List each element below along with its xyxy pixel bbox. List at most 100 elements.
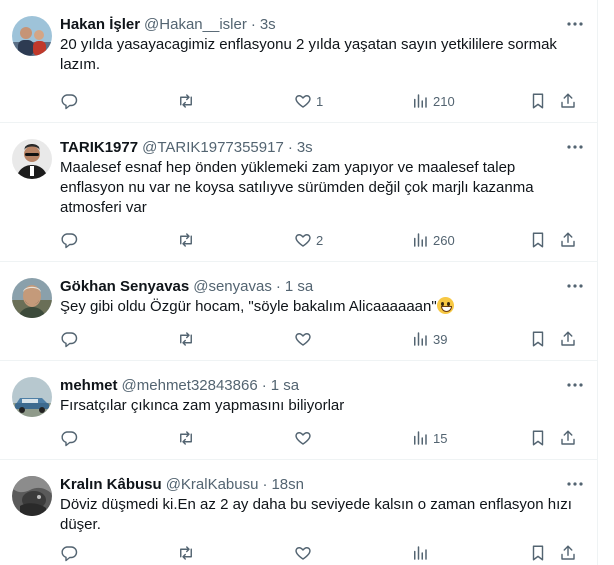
reply-button[interactable] <box>60 230 82 250</box>
tweet-header: Kralın Kâbusu @KralKabusu · 18sn <box>60 474 585 494</box>
bookmark-button[interactable] <box>529 329 547 349</box>
avatar[interactable] <box>12 139 52 179</box>
more-dots-icon[interactable] <box>565 276 585 296</box>
views-button[interactable]: 39 <box>411 329 447 349</box>
avatar[interactable] <box>12 16 52 56</box>
more-dots-icon[interactable] <box>565 137 585 157</box>
share-button[interactable] <box>559 329 577 349</box>
separator-dot: · <box>250 15 256 33</box>
share-icon <box>559 231 577 249</box>
view-count: 260 <box>433 232 455 248</box>
more-dots-icon[interactable] <box>565 375 585 395</box>
bookmark-icon <box>529 429 547 447</box>
tweet-text-wrap: Şey gibi oldu Özgür hocam, "söyle bakalı… <box>60 297 585 317</box>
display-name[interactable]: Hakan İşler <box>60 16 140 33</box>
like-button[interactable] <box>294 543 316 563</box>
display-name[interactable]: mehmet <box>60 377 118 394</box>
more-dots-icon[interactable] <box>565 14 585 34</box>
views-bar-icon <box>411 231 429 249</box>
separator-dot: · <box>262 475 268 493</box>
like-button[interactable] <box>294 428 316 448</box>
like-button[interactable] <box>294 329 316 349</box>
separator-dot: · <box>261 376 267 394</box>
views-bar-icon <box>411 544 429 562</box>
tweet-actions: 2 260 <box>60 230 585 250</box>
views-bar-icon <box>411 92 429 110</box>
timestamp[interactable]: 3s <box>260 16 276 33</box>
separator-dot: · <box>275 277 281 295</box>
share-icon <box>559 429 577 447</box>
heart-icon <box>294 231 312 249</box>
tweet-0[interactable]: Hakan İşler @Hakan__isler · 3s 20 yılda … <box>0 0 597 123</box>
user-handle[interactable]: @Hakan__isler <box>144 16 247 33</box>
avatar[interactable] <box>12 278 52 318</box>
retweet-icon <box>177 429 195 447</box>
heart-icon <box>294 544 312 562</box>
views-button[interactable]: 15 <box>411 428 447 448</box>
tweet-actions: 1 210 <box>60 91 585 111</box>
like-button[interactable]: 1 <box>294 91 323 111</box>
heart-icon <box>294 92 312 110</box>
retweet-button[interactable] <box>177 428 199 448</box>
more-dots-icon[interactable] <box>565 474 585 494</box>
avatar[interactable] <box>12 377 52 417</box>
tweet-actions: 15 <box>60 428 585 448</box>
tweet-header: Hakan İşler @Hakan__isler · 3s <box>60 14 585 34</box>
user-handle[interactable]: @TARIK1977355917 <box>142 139 284 156</box>
user-handle[interactable]: @mehmet32843866 <box>122 377 258 394</box>
reply-button[interactable] <box>60 329 82 349</box>
display-name[interactable]: Kralın Kâbusu <box>60 476 162 493</box>
timestamp[interactable]: 1 sa <box>271 377 299 394</box>
like-count: 1 <box>316 93 324 109</box>
tweet-header: TARIK1977 @TARIK1977355917 · 3s <box>60 137 585 157</box>
heart-icon <box>294 330 312 348</box>
share-button[interactable] <box>559 230 577 250</box>
tweet-3[interactable]: mehmet @mehmet32843866 · 1 sa Fırsatçıla… <box>0 361 597 460</box>
retweet-button[interactable] <box>177 329 199 349</box>
bookmark-button[interactable] <box>529 543 547 563</box>
tweet-header: mehmet @mehmet32843866 · 1 sa <box>60 375 585 395</box>
retweet-button[interactable] <box>177 91 199 111</box>
view-count: 39 <box>433 331 448 347</box>
display-name[interactable]: TARIK1977 <box>60 139 138 156</box>
retweet-button[interactable] <box>177 230 199 250</box>
timestamp[interactable]: 18sn <box>271 476 304 493</box>
bookmark-icon <box>529 544 547 562</box>
retweet-icon <box>177 92 195 110</box>
share-button[interactable] <box>559 428 577 448</box>
reply-button[interactable] <box>60 91 82 111</box>
tweet-text: Şey gibi oldu Özgür hocam, "söyle bakalı… <box>60 298 437 315</box>
bookmark-button[interactable] <box>529 230 547 250</box>
tweet-header: Gökhan Senyavas @senyavas · 1 sa <box>60 276 585 296</box>
like-button[interactable]: 2 <box>294 230 323 250</box>
views-button[interactable]: 210 <box>411 91 455 111</box>
timestamp[interactable]: 3s <box>297 139 313 156</box>
tweet-1[interactable]: TARIK1977 @TARIK1977355917 · 3s Maalesef… <box>0 123 597 262</box>
like-count: 2 <box>316 232 324 248</box>
tweet-2[interactable]: Gökhan Senyavas @senyavas · 1 sa Şey gib… <box>0 262 597 361</box>
timestamp[interactable]: 1 sa <box>285 278 313 295</box>
user-handle[interactable]: @senyavas <box>193 278 272 295</box>
share-button[interactable] <box>559 91 577 111</box>
tweet-text: 20 yılda yasayacagimiz enflasyonu 2 yıld… <box>60 36 557 73</box>
views-button[interactable]: 260 <box>411 230 455 250</box>
bookmark-button[interactable] <box>529 428 547 448</box>
tweet-4[interactable]: Kralın Kâbusu @KralKabusu · 18sn Döviz d… <box>0 460 597 565</box>
bookmark-icon <box>529 231 547 249</box>
tweet-text: Fırsatçılar çıkınca zam yapmasını biliyo… <box>60 397 345 414</box>
retweet-button[interactable] <box>177 543 199 563</box>
avatar[interactable] <box>12 476 52 516</box>
tweet-actions: 39 <box>60 329 585 349</box>
display-name[interactable]: Gökhan Senyavas <box>60 278 189 295</box>
views-bar-icon <box>411 330 429 348</box>
bookmark-button[interactable] <box>529 91 547 111</box>
retweet-icon <box>177 544 195 562</box>
reply-button[interactable] <box>60 543 82 563</box>
reply-button[interactable] <box>60 428 82 448</box>
user-handle[interactable]: @KralKabusu <box>166 476 259 493</box>
share-button[interactable] <box>559 543 577 563</box>
retweet-icon <box>177 330 195 348</box>
retweet-icon <box>177 231 195 249</box>
share-icon <box>559 92 577 110</box>
views-button[interactable] <box>411 543 433 563</box>
